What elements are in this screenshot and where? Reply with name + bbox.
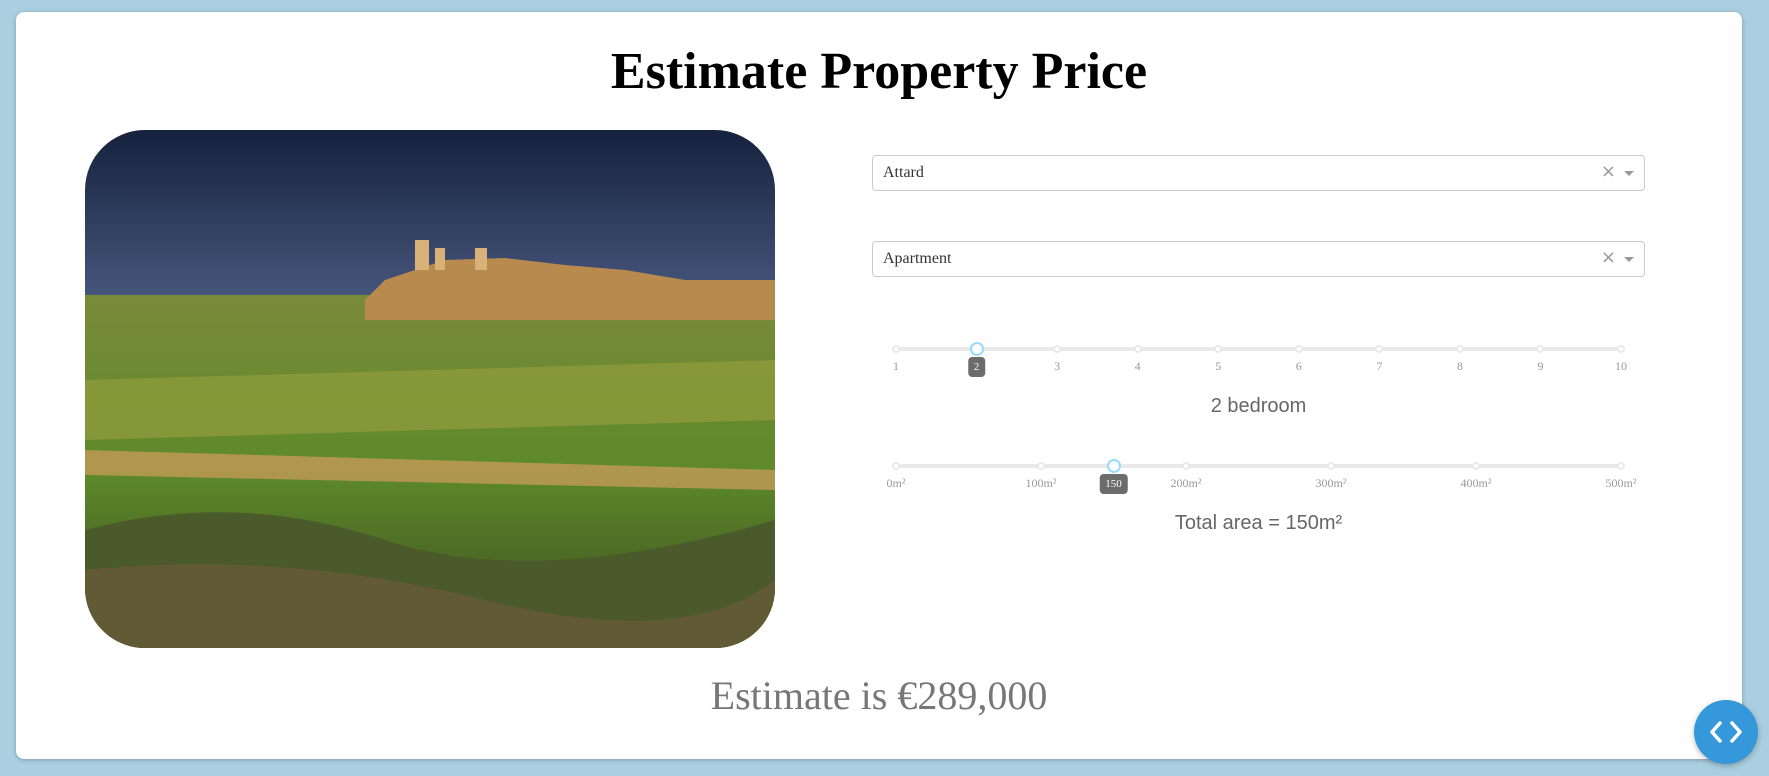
main-card: Estimate Property Price Attard × Apartme… [16, 12, 1742, 759]
slider-handle[interactable] [969, 342, 984, 356]
slider-step-dot[interactable] [1053, 345, 1062, 353]
slider-step-dot[interactable] [1327, 462, 1335, 470]
locality-select[interactable]: Attard × [872, 155, 1645, 191]
clear-icon[interactable]: × [1601, 248, 1616, 268]
slider-step-dot[interactable] [1472, 462, 1480, 470]
slider-mark-label[interactable]: 5 [1215, 359, 1221, 374]
chevron-down-icon[interactable] [1624, 171, 1634, 176]
property-type-select[interactable]: Apartment × [872, 241, 1645, 277]
slider-step-dot[interactable] [1214, 345, 1223, 353]
slider-mark-label[interactable]: 10 [1615, 359, 1627, 374]
slider-mark-label[interactable]: 9 [1537, 359, 1543, 374]
slider-step-dot[interactable] [1133, 345, 1142, 353]
slider-mark-label[interactable]: 3 [1054, 359, 1060, 374]
slider-mark-label[interactable]: 7 [1376, 359, 1382, 374]
slider-tooltip: 2 [967, 357, 986, 377]
slider-rail[interactable] [896, 347, 1621, 351]
slider-mark-label[interactable]: 8 [1457, 359, 1463, 374]
slider-mark-label[interactable]: 500m² [1606, 476, 1637, 491]
slider-step-dot[interactable] [892, 345, 900, 353]
slider-mark-label[interactable]: 400m² [1461, 476, 1492, 491]
bedroom-slider[interactable]: 1 3 4 5 6 7 8 9 10 2 [892, 342, 1627, 395]
clear-icon[interactable]: × [1601, 162, 1616, 182]
slider-step-dot[interactable] [1536, 345, 1545, 353]
slider-step-dot[interactable] [1294, 345, 1303, 353]
page-title: Estimate Property Price [610, 43, 1148, 100]
slider-step-dot[interactable] [1455, 345, 1464, 353]
slider-step-dot[interactable] [1617, 345, 1625, 353]
slider-step-dot[interactable] [1375, 345, 1384, 353]
property-photo [85, 130, 775, 648]
slider-mark-label[interactable]: 1 [893, 359, 899, 374]
code-icon [1710, 721, 1742, 743]
code-toggle-button[interactable] [1694, 700, 1758, 764]
slider-mark-label[interactable]: 6 [1296, 359, 1302, 374]
slider-mark-label[interactable]: 200m² [1171, 476, 1202, 491]
slider-mark-label[interactable]: 0m² [887, 476, 906, 491]
price-estimate: Estimate is €289,000 [710, 673, 1048, 718]
bedroom-caption: 2 bedroom [1210, 395, 1307, 417]
area-slider[interactable]: 0m² 100m² 200m² 300m² 400m² 500m² 150 [887, 459, 1636, 512]
property-type-select-value: Apartment [883, 250, 952, 267]
chevron-down-icon[interactable] [1624, 257, 1634, 262]
area-caption: Total area = 150m² [1174, 512, 1343, 534]
slider-mark-label[interactable]: 100m² [1026, 476, 1057, 491]
slider-tooltip: 150 [1099, 474, 1128, 494]
slider-step-dot[interactable] [1037, 462, 1045, 470]
slider-handle[interactable] [1106, 459, 1121, 473]
locality-select-value: Attard [883, 164, 924, 181]
slider-step-dot[interactable] [892, 462, 900, 470]
slider-mark-label[interactable]: 4 [1135, 359, 1141, 374]
slider-rail[interactable] [896, 464, 1621, 468]
slider-mark-label[interactable]: 300m² [1316, 476, 1347, 491]
slider-step-dot[interactable] [1182, 462, 1190, 470]
slider-step-dot[interactable] [1617, 462, 1625, 470]
